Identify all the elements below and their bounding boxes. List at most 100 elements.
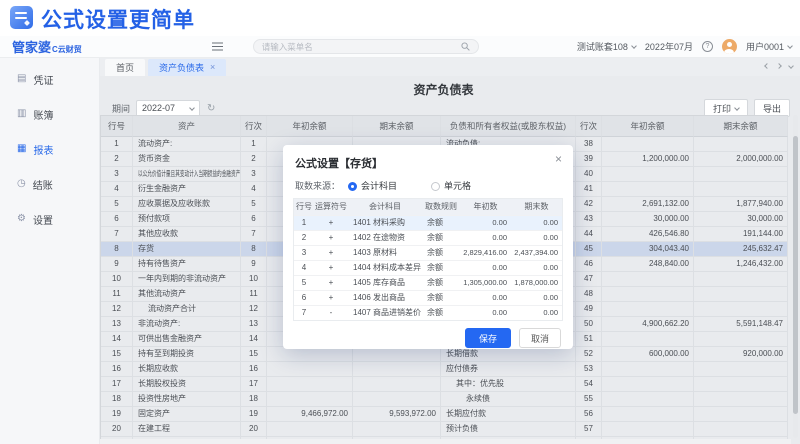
cell-asset-name: 流动资产: — [133, 137, 241, 152]
tab-balance-sheet[interactable]: 资产负债表× — [148, 59, 226, 76]
cell-line-no: 55 — [576, 392, 602, 407]
report-icon: ▦ — [17, 144, 26, 154]
voucher-icon: ▤ — [17, 74, 26, 84]
close-icon[interactable]: × — [210, 63, 215, 72]
cell-end-balance — [694, 332, 788, 347]
col-header-liability: 负债和所有者权益(或股东权益) — [441, 116, 576, 137]
cell-asset-name: 存货 — [133, 242, 241, 257]
current-period: 2022年07月 — [645, 40, 693, 53]
sidebar-item-settings[interactable]: ⚙设置 — [0, 209, 99, 229]
period-label: 期间 — [112, 102, 130, 115]
cell-begin-balance — [602, 362, 694, 377]
tab-menu-icon[interactable] — [788, 63, 794, 69]
user-name: 用户0001 — [746, 42, 784, 52]
table-row[interactable]: 16长期应收款16应付债券53 — [101, 362, 788, 377]
cell-subject: 1402 在途物资 — [348, 231, 422, 245]
cell-begin-balance — [602, 377, 694, 392]
cell-subject: 1407 商品进销差价 — [348, 306, 422, 320]
cell-asset-name: 货币资金 — [133, 152, 241, 167]
formula-row[interactable]: 1+1401 材料采购余额0.000.00 — [294, 215, 562, 230]
table-row[interactable]: 17长期股权投资17其中：优先股54 — [101, 377, 788, 392]
formula-row[interactable]: 7-1407 商品进销差价余额0.000.00 — [294, 305, 562, 320]
cell-begin-amount: 0.00 — [460, 306, 511, 320]
cell-end-balance: 1,246,432.00 — [694, 257, 788, 272]
cell-end-balance: 920,000.00 — [694, 347, 788, 362]
cell-line-no: 14 — [241, 332, 267, 347]
cell-row-no: 6 — [101, 212, 133, 227]
save-button[interactable]: 保存 — [465, 328, 511, 348]
radio-account-subject[interactable]: 会计科目 — [348, 179, 397, 192]
radio-cell[interactable]: 单元格 — [431, 179, 471, 192]
cell-line-no: 46 — [576, 257, 602, 272]
cell-asset-name: 在建工程 — [133, 422, 241, 437]
tab-home[interactable]: 首页 — [105, 59, 145, 76]
search-input[interactable] — [262, 42, 461, 52]
menu-icon[interactable] — [212, 46, 223, 48]
cell-begin-amount: 2,829,416.00 — [460, 246, 511, 260]
cell-operator: + — [314, 291, 348, 305]
cell-row-no: 7 — [101, 227, 133, 242]
cell-rule: 余额 — [422, 216, 460, 230]
cell-asset-name: 流动资产合计 — [133, 302, 241, 317]
scrollbar-thumb[interactable] — [793, 136, 798, 414]
account-set-selector[interactable]: 测试账套108 — [577, 40, 636, 53]
cell-rule: 余额 — [422, 291, 460, 305]
formula-row[interactable]: 5+1405 库存商品余额1,305,000.001,878,000.00 — [294, 275, 562, 290]
cell-line-no: 43 — [576, 212, 602, 227]
sidebar-item-label: 结账 — [33, 177, 53, 192]
cell-begin-balance: 304,043.40 — [602, 242, 694, 257]
cell-end-amount: 0.00 — [511, 231, 562, 245]
user-menu[interactable]: 用户0001 — [746, 40, 792, 53]
cell-end-amount: 1,878,000.00 — [511, 276, 562, 290]
cell-begin-balance: 1,200,000.00 — [602, 152, 694, 167]
formula-row[interactable]: 3+1403 原材料余额2,829,416.002,437,394.00 — [294, 245, 562, 260]
table-row[interactable]: 15持有至到期投资15长期借款52600,000.00920,000.00 — [101, 347, 788, 362]
cell-operator: + — [314, 231, 348, 245]
formula-row[interactable]: 6+1406 发出商品余额0.000.00 — [294, 290, 562, 305]
sidebar-item-ledger[interactable]: ▥账簿 — [0, 104, 99, 124]
cell-line-no: 15 — [241, 347, 267, 362]
cell-subject: 1403 原材料 — [348, 246, 422, 260]
scroll-right-icon[interactable] — [776, 63, 782, 69]
scroll-left-icon[interactable] — [764, 63, 770, 69]
cell-end-balance: 1,877,940.00 — [694, 197, 788, 212]
period-select[interactable]: 2022-07 — [136, 100, 200, 117]
sidebar-item-closing[interactable]: ◷结账 — [0, 174, 99, 194]
menu-search[interactable] — [253, 39, 479, 54]
cancel-button[interactable]: 取消 — [519, 328, 561, 348]
cell-begin-balance: 9,466,972.00 — [267, 407, 353, 422]
table-row[interactable]: 19固定资产199,466,972.009,593,972.00长期应付款56 — [101, 407, 788, 422]
cell-rule: 余额 — [422, 246, 460, 260]
sidebar-item-voucher[interactable]: ▤凭证 — [0, 69, 99, 89]
cell-asset-name: 其他流动资产 — [133, 287, 241, 302]
cell-line-no: 44 — [576, 227, 602, 242]
table-header-row: 行号 资产 行次 年初余额 期末余额 负债和所有者权益(或股东权益) 行次 年初… — [101, 116, 788, 137]
cell-asset-name: 长期应收款 — [133, 362, 241, 377]
cell-row-no: 1 — [294, 216, 314, 230]
cell-end-balance — [694, 377, 788, 392]
formula-row[interactable]: 2+1402 在途物资余额0.000.00 — [294, 230, 562, 245]
table-row[interactable]: 18投资性房地产18永续债55 — [101, 392, 788, 407]
cell-row-no: 20 — [101, 422, 133, 437]
table-row[interactable]: 20在建工程20预计负债57 — [101, 422, 788, 437]
cell-end-balance: 2,000,000.00 — [694, 152, 788, 167]
horizontal-scrollbar[interactable] — [100, 439, 791, 444]
cell-end-balance — [353, 377, 441, 392]
cell-end-balance — [694, 182, 788, 197]
cell-begin-amount: 0.00 — [460, 261, 511, 275]
page-title: 资产负债表 — [100, 81, 787, 98]
cell-operator: + — [314, 276, 348, 290]
print-label: 打印 — [713, 102, 731, 115]
cell-rule: 余额 — [422, 261, 460, 275]
vertical-scrollbar[interactable] — [793, 115, 798, 438]
cell-begin-balance: 426,546.80 — [602, 227, 694, 242]
help-icon[interactable]: ? — [702, 41, 713, 52]
cell-asset-name: 预付款项 — [133, 212, 241, 227]
refresh-icon[interactable]: ↻ — [207, 103, 215, 114]
sidebar-item-report[interactable]: ▦报表 — [0, 139, 99, 159]
cell-begin-amount: 0.00 — [460, 216, 511, 230]
avatar[interactable] — [722, 39, 737, 54]
formula-row[interactable]: 4+1404 材料成本差异余额0.000.00 — [294, 260, 562, 275]
cell-begin-balance — [602, 167, 694, 182]
close-icon[interactable]: × — [555, 153, 562, 165]
